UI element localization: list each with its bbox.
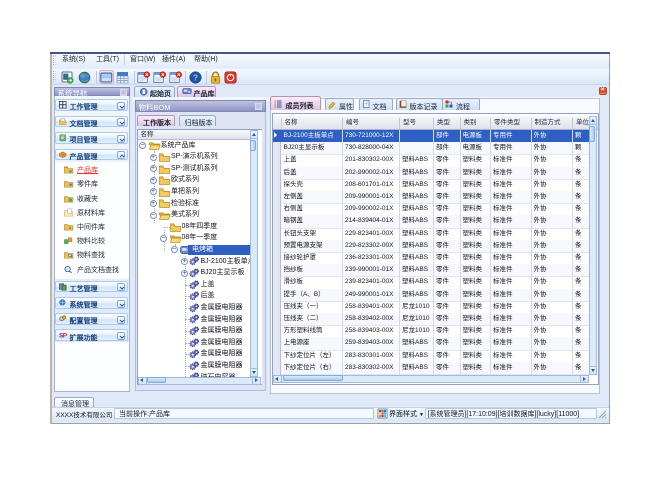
svg-text:P: P bbox=[63, 333, 68, 340]
svg-text:?: ? bbox=[193, 72, 198, 82]
